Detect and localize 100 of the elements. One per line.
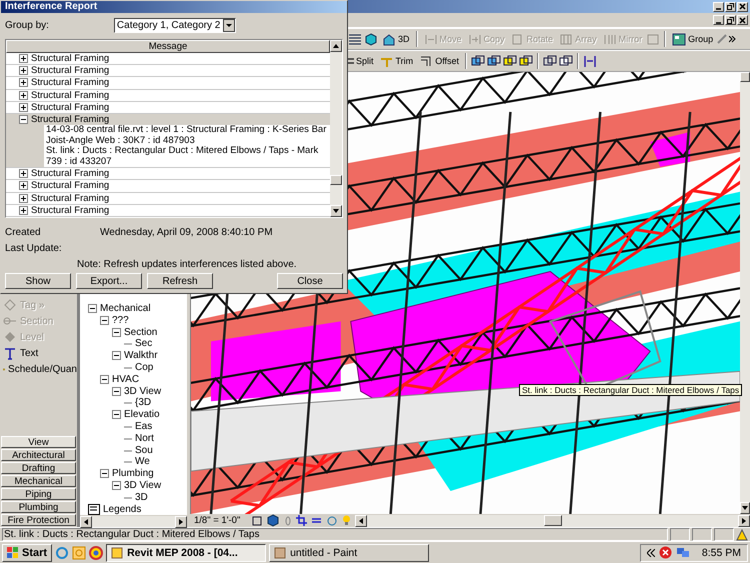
design-bar-tab[interactable]: View [1,436,76,448]
group-by-dropdown[interactable]: Category 1, Category 2 [114,18,236,32]
collapse-icon[interactable] [19,115,28,124]
scroll-right-button[interactable] [738,514,750,526]
design-bar-item[interactable]: Text [3,347,77,360]
collapse-icon[interactable] [100,469,109,478]
crop-icon[interactable] [296,515,308,526]
design-bar-tab[interactable]: Plumbing [1,501,76,513]
tree-row[interactable]: Structural Framing [6,65,330,78]
wall-icon[interactable] [543,54,558,68]
design-bar-tab[interactable]: Mechanical [1,475,76,487]
expand-icon[interactable] [19,181,28,190]
toolbar-button[interactable]: Group [670,32,716,46]
scroll-up-button[interactable] [330,40,342,52]
tree-row[interactable]: Structural Framing [6,53,330,66]
tree-item[interactable]: Sec [135,338,152,350]
start-button[interactable]: Start [2,544,52,562]
view-scale[interactable]: 1/8" = 1'-0" [194,515,240,526]
tree-row[interactable]: Structural Framing [6,90,330,102]
chevron-left-icon[interactable] [646,548,655,556]
collapse-icon[interactable] [100,316,109,325]
tree-item[interactable]: 3D View [124,480,162,491]
scroll-thumb[interactable] [544,515,562,526]
design-bar-tab[interactable]: Architectural [1,449,76,461]
align-icon[interactable] [583,54,598,68]
collapse-icon[interactable] [112,328,121,337]
restore-button[interactable] [725,2,736,12]
tree-row[interactable]: Structural Framing [6,192,330,205]
tree-item[interactable]: Mechanical [100,303,151,314]
browser-icon[interactable] [55,546,70,560]
column-header[interactable]: Message [6,40,330,53]
tree-item[interactable]: Elevatio [124,409,160,420]
tree-item[interactable]: Section [124,326,158,338]
tree-item[interactable]: HVAC [112,374,140,385]
dialog-button[interactable]: Refresh [147,273,213,289]
expand-icon[interactable] [19,206,28,215]
tree-row[interactable]: Structural Framing [6,168,330,180]
wall-icon[interactable] [559,54,574,68]
toolbar-button[interactable]: Offset [417,54,462,68]
tree-item[interactable]: We [135,456,150,468]
tree-item[interactable]: 3D [135,492,148,503]
detail-level-icon[interactable] [252,516,262,526]
close-button[interactable] [737,2,748,12]
toolbar-button[interactable]: 3D [380,32,412,46]
dialog-button[interactable]: Close [277,273,343,289]
expand-icon[interactable] [19,102,28,112]
restore-button[interactable] [725,15,736,25]
scroll-right-button[interactable] [175,516,187,528]
tree-row[interactable]: Structural Framing [6,180,330,192]
tree-item[interactable]: Nort [135,432,154,444]
scroll-thumb[interactable] [740,72,750,82]
scroll-left-button[interactable] [355,514,368,526]
cut-icon[interactable] [503,54,518,68]
taskbar-button[interactable]: Revit MEP 2008 - [04... [106,544,266,562]
collapse-icon[interactable] [112,481,121,490]
collapse-icon[interactable] [112,386,121,396]
design-bar-tab[interactable]: Fire Protection [1,514,76,526]
toolbar-button[interactable]: Split [344,55,376,67]
tree-item[interactable]: 3D View [124,386,162,397]
cut-icon[interactable] [519,54,534,68]
expand-icon[interactable] [19,78,28,88]
join-icon[interactable] [487,54,502,68]
cube-icon[interactable] [364,32,378,46]
tree-row[interactable] [6,114,330,168]
network-icon[interactable] [676,546,690,559]
tree-item[interactable]: Eas [135,421,152,432]
scroll-thumb[interactable] [330,174,342,185]
tree-item[interactable]: Legends [103,504,142,515]
expand-icon[interactable] [19,66,28,76]
dialog-button[interactable]: Show [5,273,71,289]
join-icon[interactable] [471,54,486,68]
collapse-icon[interactable] [100,374,109,384]
tree-item[interactable]: Plumbing [112,468,154,480]
design-bar-item[interactable]: Schedule/Quan [3,363,77,376]
toolbar-button[interactable]: Trim [378,54,416,68]
list-icon[interactable] [348,32,362,46]
expand-icon[interactable] [19,169,28,178]
close-button[interactable] [737,15,748,25]
hide-isolate-icon[interactable] [326,515,338,526]
collapse-icon[interactable] [88,304,97,314]
tree-item[interactable]: Cop [135,362,154,374]
tree-row[interactable]: Structural Framing [6,204,330,217]
collapse-icon[interactable] [112,410,121,420]
dialog-button[interactable]: Export... [76,273,142,289]
minimize-button[interactable] [713,15,724,25]
tree-item[interactable]: ??? [112,314,129,326]
scroll-left-button[interactable] [80,516,92,528]
minimize-button[interactable] [713,2,724,12]
expand-icon[interactable] [19,54,28,64]
collapse-icon[interactable] [112,351,121,360]
design-bar-tab[interactable]: Piping [1,488,76,500]
scroll-down-button[interactable] [330,204,342,217]
scroll-down-button[interactable] [740,502,750,514]
tree-item[interactable]: {3D [135,397,152,408]
tree-item[interactable]: Walkthr [124,350,158,362]
tree-row[interactable]: Structural Framing [6,77,330,90]
taskbar-button[interactable]: untitled - Paint [269,544,430,562]
tree-row[interactable]: Structural Framing [6,102,330,114]
tree-item[interactable]: Sou [135,444,153,456]
expand-icon[interactable] [19,194,28,203]
